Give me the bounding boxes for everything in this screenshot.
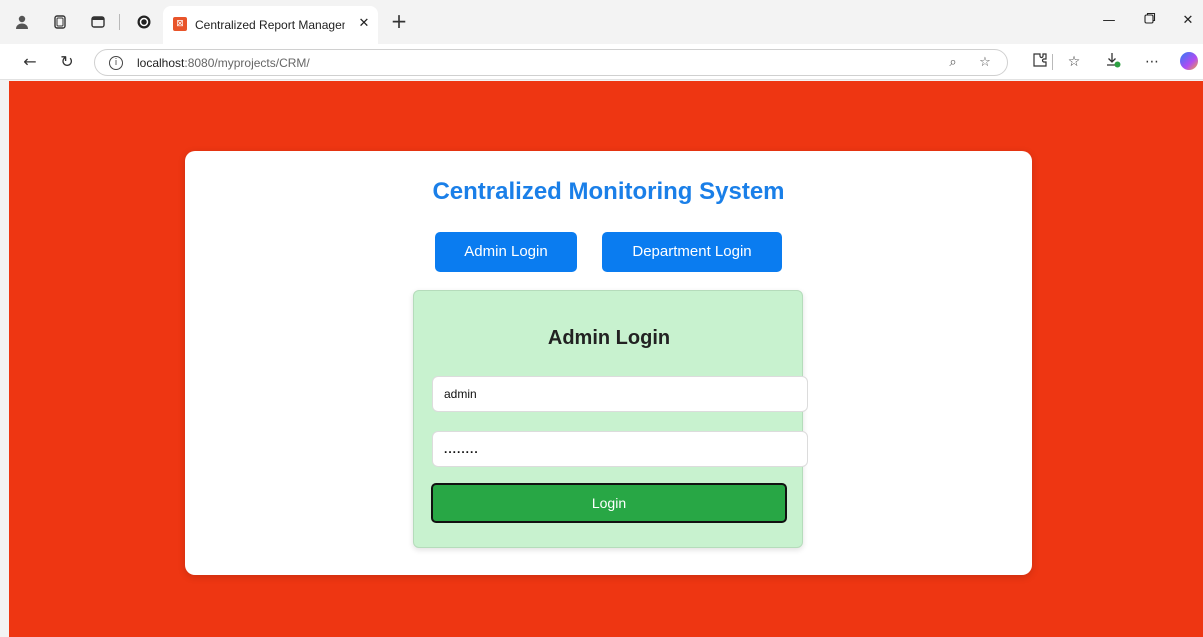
admin-login-button[interactable]: Admin Login: [435, 232, 577, 272]
password-field[interactable]: ........: [432, 431, 808, 467]
refresh-icon[interactable]: ↻: [57, 52, 77, 72]
login-heading: Admin Login: [547, 327, 671, 349]
restore-icon[interactable]: [1135, 8, 1165, 34]
puzzle-icon[interactable]: [1030, 52, 1050, 72]
read-aloud-icon[interactable]: ⌕: [945, 55, 961, 71]
site-favicon: ⊠: [173, 17, 187, 31]
toolbar-divider: [119, 14, 120, 30]
username-field[interactable]: admin: [432, 376, 808, 412]
url-path: :8080/myprojects/CRM/: [184, 56, 310, 70]
info-icon[interactable]: i: [109, 56, 123, 70]
browser-title-bar: ⊠ Centralized Report Management ✕ + — ✕: [0, 0, 1203, 44]
toolbar-divider: [1052, 54, 1053, 70]
close-window-icon[interactable]: ✕: [1173, 8, 1203, 34]
close-icon[interactable]: ✕: [355, 15, 373, 33]
url-text: localhost:8080/myprojects/CRM/: [137, 56, 310, 70]
admin-login-panel: Admin Login admin ........ Login: [413, 290, 808, 548]
page-viewport: Centralized Monitoring System Admin Logi…: [9, 81, 1203, 637]
tab-actions-icon[interactable]: [90, 14, 106, 30]
plus-icon[interactable]: +: [388, 10, 410, 32]
download-icon[interactable]: [1103, 52, 1123, 72]
favorites-icon[interactable]: ☆: [1064, 52, 1084, 72]
main-card: Centralized Monitoring System Admin Logi…: [185, 151, 1032, 575]
tab-strip: ⊠ Centralized Report Management ✕ + — ✕: [0, 0, 1203, 44]
workspaces-icon[interactable]: [52, 14, 68, 30]
copilot-icon[interactable]: [1180, 52, 1198, 70]
address-bar[interactable]: i localhost:8080/myprojects/CRM/ ⌕ ☆: [94, 49, 1008, 76]
profile-icon[interactable]: [14, 14, 30, 30]
url-host: localhost: [137, 56, 185, 70]
back-arrow-icon[interactable]: ←: [20, 52, 40, 72]
login-button[interactable]: Login: [431, 483, 787, 523]
star-icon[interactable]: ☆: [977, 55, 993, 71]
minimize-icon[interactable]: —: [1094, 8, 1124, 34]
extension-icon[interactable]: [136, 14, 152, 30]
active-tab[interactable]: ⊠ Centralized Report Management ✕: [163, 6, 378, 44]
tab-title: Centralized Report Management: [195, 18, 345, 32]
address-toolbar: ← ↻ i localhost:8080/myprojects/CRM/ ⌕ ☆…: [0, 44, 1203, 80]
more-icon[interactable]: ⋯: [1142, 52, 1162, 72]
department-login-button[interactable]: Department Login: [602, 232, 782, 272]
page-title: Centralized Monitoring System: [432, 178, 785, 205]
